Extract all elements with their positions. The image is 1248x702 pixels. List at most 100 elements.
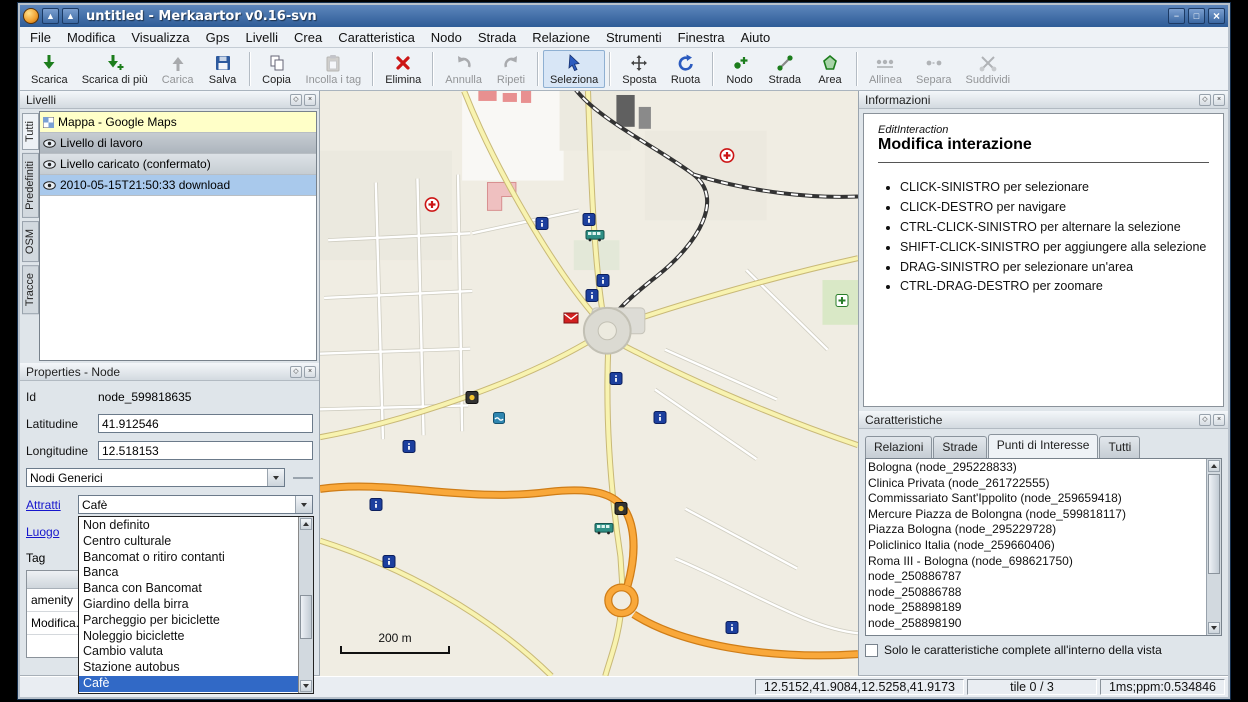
layer-row-2010-05-15t21-50-33-download[interactable]: 2010-05-15T21:50:33 download — [40, 175, 316, 196]
info-icon[interactable] — [597, 274, 610, 292]
menu-item-strada[interactable]: Strada — [470, 28, 524, 47]
scrollbar-thumb[interactable] — [1208, 474, 1220, 574]
layers-tab-osm[interactable]: OSM — [22, 221, 39, 262]
dropdown-item-cambio-valuta[interactable]: Cambio valuta — [79, 644, 298, 660]
feature-item[interactable]: Mercure Piazza de Bolongna (node_5998181… — [868, 507, 1206, 523]
complete-features-checkbox[interactable] — [865, 644, 878, 657]
menu-item-caratteristica[interactable]: Caratteristica — [330, 28, 423, 47]
dock-close-button[interactable]: × — [304, 94, 316, 106]
menu-item-nodo[interactable]: Nodo — [423, 28, 470, 47]
info-dock-header[interactable]: Informazioni ◇ × — [859, 91, 1228, 109]
toolbar-button-salva[interactable]: Salva — [201, 50, 245, 88]
feature-item[interactable]: node_250886787 — [868, 569, 1206, 585]
dropdown-item-banca-con-bancomat[interactable]: Banca con Bancomat — [79, 581, 298, 597]
toolbar-button-sposta[interactable]: Sposta — [615, 50, 663, 88]
toolbar-button-elimina[interactable]: Elimina — [378, 50, 428, 88]
info-icon[interactable] — [654, 411, 667, 429]
feature-item[interactable]: node_258898189 — [868, 600, 1206, 616]
toolbar-button-allinea[interactable]: Allinea — [862, 50, 909, 88]
toolbar-button-incolla-i-tag[interactable]: Incolla i tag — [299, 50, 369, 88]
minimize-button[interactable]: − — [1168, 8, 1185, 24]
dock-close-button[interactable]: × — [1213, 414, 1225, 426]
toolbar-button-ripeti[interactable]: Ripeti — [489, 50, 533, 88]
toolbar-button-area[interactable]: Area — [808, 50, 852, 88]
properties-dock-header[interactable]: Properties - Node ◇ × — [20, 363, 319, 381]
features-tab-punti-di-interesse[interactable]: Punti di Interesse — [988, 434, 1099, 458]
menu-item-crea[interactable]: Crea — [286, 28, 330, 47]
scrollbar-thumb[interactable] — [300, 595, 312, 639]
maximize-button[interactable]: □ — [1188, 8, 1205, 24]
map-view[interactable]: 200 m — [320, 91, 858, 676]
toolbar-button-strada[interactable]: Strada — [762, 50, 808, 88]
dock-close-button[interactable]: × — [1213, 94, 1225, 106]
toolbar-button-suddividi[interactable]: Suddividi — [958, 50, 1017, 88]
feature-item[interactable]: Bologna (node_295228833) — [868, 460, 1206, 476]
dropdown-item-stazione-autobus[interactable]: Stazione autobus — [79, 660, 298, 676]
latitude-field[interactable] — [98, 414, 313, 433]
first-aid-icon[interactable] — [424, 197, 440, 218]
dropdown-item-centro-culturale[interactable]: Centro culturale — [79, 534, 298, 550]
menu-item-finestra[interactable]: Finestra — [670, 28, 733, 47]
features-dock-header[interactable]: Caratteristiche ◇ × — [859, 411, 1228, 429]
menu-item-file[interactable]: File — [22, 28, 59, 47]
layer-row-livello-di-lavoro[interactable]: Livello di lavoro — [40, 133, 316, 154]
scroll-up-button[interactable] — [1208, 460, 1220, 472]
feature-item[interactable]: node_250886788 — [868, 585, 1206, 601]
feature-item[interactable]: Roma III - Bologna (node_698621750) — [868, 554, 1206, 570]
scroll-up-button[interactable] — [300, 518, 312, 530]
info-icon[interactable] — [536, 217, 549, 235]
dock-float-button[interactable]: ◇ — [290, 366, 302, 378]
amenity-select[interactable]: Cafè — [78, 495, 313, 514]
menu-item-visualizza[interactable]: Visualizza — [123, 28, 197, 47]
layers-dock-header[interactable]: Livelli ◇ × — [20, 91, 319, 109]
window-shade-button[interactable]: ▲ — [62, 8, 79, 24]
dropdown-item-bancomat-o-ritiro-contanti[interactable]: Bancomat o ritiro contanti — [79, 550, 298, 566]
toolbar-button-scarica[interactable]: Scarica — [24, 50, 75, 88]
dropdown-scrollbar[interactable] — [298, 517, 313, 693]
info-icon[interactable] — [383, 555, 396, 573]
dropdown-item-giardino-della-birra[interactable]: Giardino della birra — [79, 597, 298, 613]
dock-float-button[interactable]: ◇ — [1199, 414, 1211, 426]
dropdown-button[interactable] — [267, 469, 284, 486]
water-icon[interactable] — [493, 411, 505, 429]
window-menu-button[interactable]: ▲ — [42, 8, 59, 24]
bus-icon[interactable] — [586, 229, 605, 247]
toolbar-button-nodo[interactable]: Nodo — [718, 50, 762, 88]
toolbar-button-annulla[interactable]: Annulla — [438, 50, 489, 88]
dropdown-item-caf[interactable]: Cafè — [79, 676, 298, 692]
dock-float-button[interactable]: ◇ — [1199, 94, 1211, 106]
layer-row-mappa-google-maps[interactable]: Mappa - Google Maps — [40, 112, 316, 133]
feature-item[interactable]: Commissariato Sant'Ippolito (node_259659… — [868, 491, 1206, 507]
bus-icon[interactable] — [595, 522, 614, 540]
menu-item-aiuto[interactable]: Aiuto — [733, 28, 779, 47]
layers-tab-predefiniti[interactable]: Predefiniti — [22, 153, 39, 218]
dock-float-button[interactable]: ◇ — [290, 94, 302, 106]
dropdown-item-parcheggio-per-biciclette[interactable]: Parcheggio per biciclette — [79, 613, 298, 629]
amenity-link[interactable]: Attratti — [26, 498, 78, 512]
longitude-field[interactable] — [98, 441, 313, 460]
place-link[interactable]: Luogo — [26, 525, 78, 539]
toolbar-button-scarica-di-pi[interactable]: Scarica di più — [75, 50, 155, 88]
first-aid-icon[interactable] — [719, 147, 735, 168]
toolbar-button-separa[interactable]: Separa — [909, 50, 958, 88]
menu-item-relazione[interactable]: Relazione — [524, 28, 598, 47]
feature-item[interactable]: Clinica Privata (node_261722555) — [868, 476, 1206, 492]
visibility-eye-icon[interactable] — [43, 139, 56, 148]
feature-item[interactable]: node_258898190 — [868, 616, 1206, 632]
layers-tab-tutti[interactable]: Tutti — [22, 113, 39, 150]
menu-item-livelli[interactable]: Livelli — [238, 28, 287, 47]
menu-item-gps[interactable]: Gps — [198, 28, 238, 47]
layer-row-livello-caricato-confermato[interactable]: Livello caricato (confermato) — [40, 154, 316, 175]
feature-item[interactable]: Policlinico Italia (node_259660406) — [868, 538, 1206, 554]
features-tab-tutti[interactable]: Tutti — [1099, 436, 1140, 458]
info-icon[interactable] — [369, 498, 382, 516]
green-plus-icon[interactable] — [835, 294, 848, 312]
mail-icon[interactable] — [563, 311, 578, 329]
menu-item-modifica[interactable]: Modifica — [59, 28, 123, 47]
visibility-eye-icon[interactable] — [43, 160, 56, 169]
dropdown-item-banca[interactable]: Banca — [79, 565, 298, 581]
visibility-eye-icon[interactable] — [43, 181, 56, 190]
toolbar-button-copia[interactable]: Copia — [255, 50, 299, 88]
title-bar[interactable]: ▲ ▲ untitled - Merkaartor v0.16-svn − □ … — [20, 5, 1228, 27]
features-tab-relazioni[interactable]: Relazioni — [865, 436, 932, 458]
